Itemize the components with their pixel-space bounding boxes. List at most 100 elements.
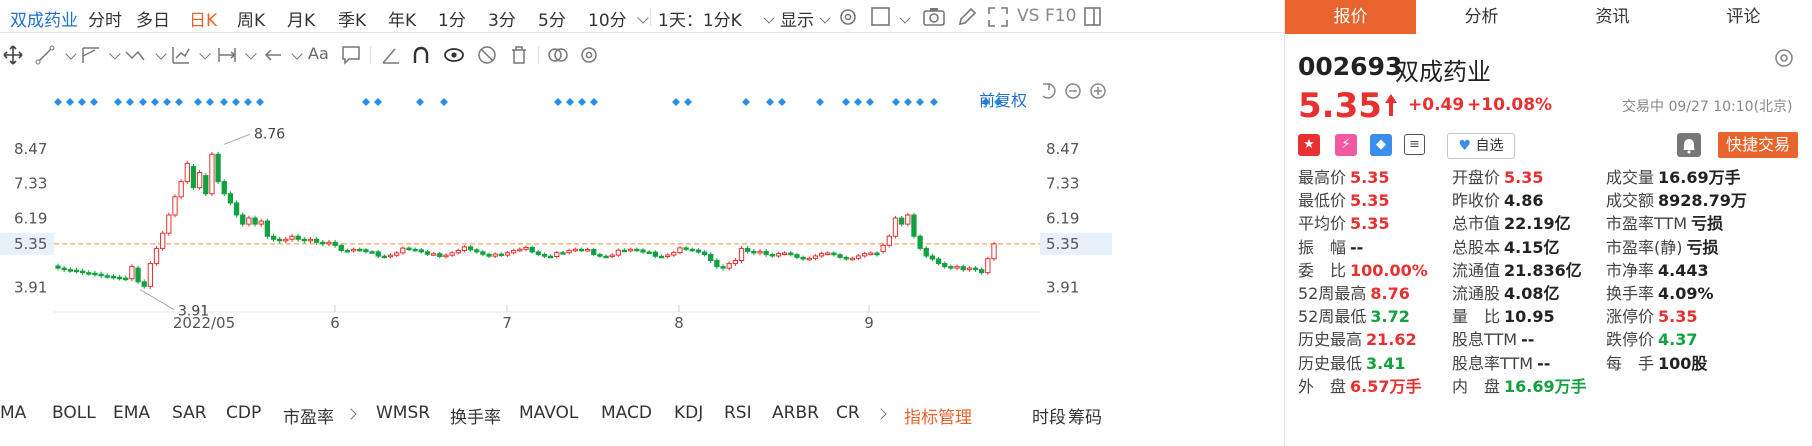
f10-button[interactable]: F10: [1045, 6, 1076, 26]
candle[interactable]: [492, 252, 498, 259]
candle[interactable]: [375, 249, 381, 258]
candle[interactable]: [258, 218, 264, 227]
candlestick-chart[interactable]: 8.47 7.33 6.19 5.35 3.91 8.47 7.33 6.19 5.35 3.9…: [0, 76, 1284, 394]
indicator-cdp[interactable]: CDP: [226, 403, 261, 423]
candle[interactable]: [905, 212, 911, 227]
event-marker[interactable]: [590, 98, 598, 106]
candle[interactable]: [467, 245, 474, 252]
candle[interactable]: [277, 236, 283, 244]
candle[interactable]: [73, 267, 80, 274]
candle[interactable]: [92, 270, 98, 277]
candle[interactable]: [381, 254, 388, 259]
candle[interactable]: [264, 218, 271, 239]
candle[interactable]: [818, 251, 825, 258]
event-marker[interactable]: [54, 98, 62, 106]
hide-drawings-icon[interactable]: [476, 44, 498, 66]
candle[interactable]: [560, 250, 566, 255]
period-quarter-k[interactable]: 季K: [338, 6, 366, 31]
candle[interactable]: [547, 254, 554, 259]
candle[interactable]: [270, 233, 277, 242]
indicator-cr[interactable]: CR: [836, 403, 860, 423]
candle[interactable]: [430, 251, 437, 257]
candle[interactable]: [806, 256, 812, 261]
trash-icon[interactable]: [508, 44, 530, 66]
event-marker[interactable]: [175, 98, 183, 106]
candle[interactable]: [455, 248, 461, 255]
chevron-down-icon[interactable]: [199, 48, 211, 60]
chevron-down-icon[interactable]: [109, 48, 121, 60]
candle[interactable]: [714, 258, 720, 270]
candle[interactable]: [794, 252, 800, 260]
candle[interactable]: [67, 267, 73, 273]
candle[interactable]: [948, 264, 954, 271]
candle[interactable]: [757, 249, 763, 256]
candle[interactable]: [172, 194, 178, 218]
indicator-mavol[interactable]: MAVOL: [519, 403, 578, 423]
tag-icon[interactable]: ◆: [1370, 134, 1392, 156]
candle[interactable]: [868, 251, 874, 256]
candle[interactable]: [289, 233, 295, 242]
candle[interactable]: [209, 151, 215, 197]
candle[interactable]: [135, 265, 141, 285]
compare-overlay-icon[interactable]: [546, 44, 570, 66]
candle[interactable]: [116, 274, 123, 281]
indicator-manage-button[interactable]: 指标管理: [904, 403, 972, 428]
event-marker[interactable]: [194, 98, 202, 106]
chevron-down-icon[interactable]: [899, 12, 911, 24]
fullscreen-icon[interactable]: [987, 6, 1009, 28]
chevron-down-icon[interactable]: [65, 48, 77, 60]
candle[interactable]: [141, 279, 147, 289]
candle[interactable]: [437, 251, 443, 259]
candle[interactable]: [843, 255, 849, 261]
candle[interactable]: [449, 251, 455, 258]
indicator-wmsr[interactable]: WMSR: [376, 403, 430, 423]
candle[interactable]: [849, 256, 856, 261]
event-marker[interactable]: [139, 98, 147, 106]
candle[interactable]: [504, 250, 511, 257]
candle[interactable]: [554, 250, 560, 259]
eye-lock-icon[interactable]: [442, 44, 466, 66]
candle[interactable]: [960, 264, 966, 272]
candle[interactable]: [215, 151, 221, 185]
period-multiday[interactable]: 多日: [136, 6, 170, 31]
bell-icon[interactable]: [1677, 133, 1701, 157]
event-marker[interactable]: [232, 98, 240, 106]
candle[interactable]: [511, 248, 517, 255]
fib-ruler-icon[interactable]: [170, 44, 192, 66]
event-marker[interactable]: [206, 98, 214, 106]
candle[interactable]: [369, 249, 375, 254]
candle[interactable]: [480, 250, 486, 257]
tab-quote[interactable]: 报价: [1285, 0, 1416, 34]
candle[interactable]: [221, 179, 227, 197]
margin-badge-icon[interactable]: ⚡: [1335, 134, 1357, 156]
event-marker[interactable]: [866, 98, 874, 106]
candle[interactable]: [246, 215, 252, 227]
candle[interactable]: [917, 234, 923, 251]
candle[interactable]: [825, 251, 831, 256]
candle[interactable]: [178, 179, 184, 200]
zoom-in-icon[interactable]: [1090, 83, 1106, 99]
candle[interactable]: [357, 247, 363, 252]
candle[interactable]: [498, 252, 505, 257]
candle[interactable]: [886, 234, 892, 248]
candle[interactable]: [110, 273, 117, 280]
candle[interactable]: [985, 256, 991, 275]
event-marker[interactable]: [114, 98, 122, 106]
move-icon[interactable]: [2, 44, 24, 66]
indicator-ema[interactable]: EMA: [113, 403, 150, 423]
candle[interactable]: [640, 248, 646, 254]
candle[interactable]: [615, 248, 622, 257]
event-marker[interactable]: [416, 98, 424, 106]
event-marker[interactable]: [578, 98, 586, 106]
candle[interactable]: [541, 252, 548, 259]
candle[interactable]: [55, 263, 61, 271]
candle[interactable]: [892, 215, 899, 239]
candle[interactable]: [535, 250, 541, 257]
period-daily-k[interactable]: 日K: [189, 6, 217, 31]
candle[interactable]: [862, 251, 868, 258]
session-tab[interactable]: 时段: [1032, 403, 1066, 428]
tab-news[interactable]: 资讯: [1547, 0, 1678, 34]
candle[interactable]: [683, 246, 689, 252]
candle[interactable]: [831, 251, 837, 257]
settings-icon[interactable]: [578, 44, 600, 66]
